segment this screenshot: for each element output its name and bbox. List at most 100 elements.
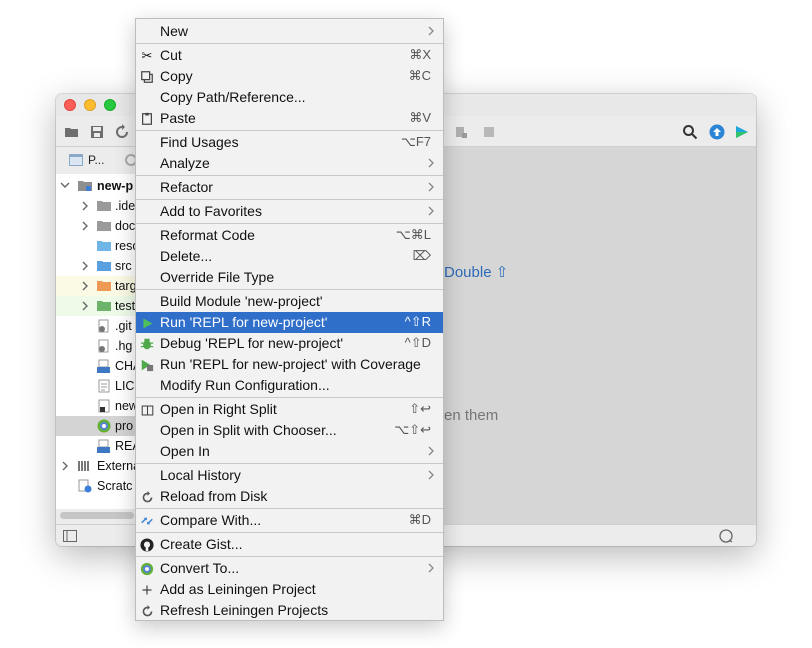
stop-icon[interactable] bbox=[481, 124, 497, 140]
chevron-right-icon[interactable] bbox=[80, 279, 90, 293]
tree-item[interactable]: Scratc bbox=[56, 476, 136, 496]
folder-icon bbox=[97, 199, 111, 213]
save-icon[interactable] bbox=[89, 124, 105, 140]
menu-separator bbox=[136, 463, 443, 464]
chevron-right-icon bbox=[427, 468, 435, 482]
toolbox-icon[interactable] bbox=[734, 124, 750, 140]
tree-item-root[interactable]: new-p bbox=[56, 176, 136, 196]
open-folder-icon[interactable] bbox=[64, 124, 80, 140]
scratches-icon bbox=[78, 479, 92, 493]
menu-item-cut[interactable]: ✂ Cut ⌘X bbox=[136, 45, 443, 66]
tree-item[interactable]: targ bbox=[56, 276, 136, 296]
menu-item-debug-repl[interactable]: Debug 'REPL for new-project' ^⇧D bbox=[136, 333, 443, 354]
project-tree: new-p .ide doc reso src targ bbox=[56, 174, 136, 509]
tree-item[interactable]: doc bbox=[56, 216, 136, 236]
menu-item-reload-from-disk[interactable]: Reload from Disk bbox=[136, 486, 443, 507]
test-folder-icon bbox=[97, 299, 111, 313]
tree-item[interactable]: CHA bbox=[56, 356, 136, 376]
reload-icon bbox=[139, 489, 155, 505]
tree-item[interactable]: REA bbox=[56, 436, 136, 456]
tree-item[interactable]: new bbox=[56, 396, 136, 416]
attach-debugger-icon[interactable] bbox=[453, 124, 469, 140]
tool-window-toggle-icon[interactable] bbox=[62, 528, 78, 544]
project-folder-icon bbox=[78, 179, 92, 193]
menu-item-modify-run-configuration[interactable]: Modify Run Configuration... bbox=[136, 375, 443, 396]
menu-item-run-repl[interactable]: Run 'REPL for new-project' ^⇧R bbox=[136, 312, 443, 333]
horizontal-scrollbar[interactable] bbox=[60, 512, 134, 519]
resources-folder-icon bbox=[97, 239, 111, 253]
chevron-right-icon[interactable] bbox=[80, 259, 90, 273]
menu-item-add-leiningen-project[interactable]: Add as Leiningen Project bbox=[136, 579, 443, 600]
menu-separator bbox=[136, 289, 443, 290]
compare-icon bbox=[139, 513, 155, 529]
menu-item-run-with-coverage[interactable]: Run 'REPL for new-project' with Coverage bbox=[136, 354, 443, 375]
tree-item[interactable]: .ide bbox=[56, 196, 136, 216]
excluded-folder-icon bbox=[97, 279, 111, 293]
search-icon[interactable] bbox=[682, 124, 698, 140]
menu-item-open-right-split[interactable]: Open in Right Split ⇧↩ bbox=[136, 399, 443, 420]
menu-item-analyze[interactable]: Analyze bbox=[136, 153, 443, 174]
menu-item-create-gist[interactable]: Create Gist... bbox=[136, 534, 443, 555]
refresh-icon bbox=[139, 603, 155, 619]
context-menu: New ✂ Cut ⌘X Copy ⌘C Copy Path/Reference… bbox=[135, 18, 444, 621]
menu-item-refactor[interactable]: Refactor bbox=[136, 177, 443, 198]
chevron-right-icon[interactable] bbox=[80, 199, 90, 213]
zoom-window-button[interactable] bbox=[104, 99, 116, 111]
editor-hint-double-shift[interactable]: Double ⇧ bbox=[444, 263, 508, 281]
project-view-selector[interactable]: P... bbox=[88, 153, 104, 167]
tree-item[interactable]: LIC bbox=[56, 376, 136, 396]
menu-separator bbox=[136, 130, 443, 131]
update-icon[interactable] bbox=[709, 124, 725, 140]
chevron-right-icon bbox=[427, 24, 435, 38]
menu-item-add-to-favorites[interactable]: Add to Favorites bbox=[136, 201, 443, 222]
menu-item-compare-with[interactable]: Compare With... ⌘D bbox=[136, 510, 443, 531]
debug-bug-icon bbox=[139, 336, 155, 352]
tree-item-selected[interactable]: pro bbox=[56, 416, 136, 436]
menu-item-find-usages[interactable]: Find Usages ⌥F7 bbox=[136, 132, 443, 153]
chevron-right-icon[interactable] bbox=[60, 459, 70, 473]
menu-item-build-module[interactable]: Build Module 'new-project' bbox=[136, 291, 443, 312]
menu-separator bbox=[136, 43, 443, 44]
tree-item[interactable]: src bbox=[56, 256, 136, 276]
project-view-icon[interactable] bbox=[68, 152, 84, 168]
event-log-icon[interactable] bbox=[718, 528, 734, 544]
chevron-right-icon[interactable] bbox=[80, 299, 90, 313]
tree-item[interactable]: test bbox=[56, 296, 136, 316]
tree-item[interactable]: .git bbox=[56, 316, 136, 336]
menu-item-local-history[interactable]: Local History bbox=[136, 465, 443, 486]
menu-separator bbox=[136, 199, 443, 200]
tree-item[interactable]: reso bbox=[56, 236, 136, 256]
clipboard-icon bbox=[139, 111, 155, 127]
source-folder-icon bbox=[97, 259, 111, 273]
chevron-down-icon[interactable] bbox=[60, 179, 70, 193]
chevron-right-icon bbox=[427, 180, 435, 194]
close-window-button[interactable] bbox=[64, 99, 76, 111]
minimize-window-button[interactable] bbox=[84, 99, 96, 111]
menu-item-reformat-code[interactable]: Reformat Code ⌥⌘L bbox=[136, 225, 443, 246]
markdown-file-icon bbox=[97, 359, 111, 373]
menu-item-paste[interactable]: Paste ⌘V bbox=[136, 108, 443, 129]
menu-item-delete[interactable]: Delete... ⌦ bbox=[136, 246, 443, 267]
run-icon bbox=[139, 315, 155, 331]
chevron-right-icon bbox=[427, 156, 435, 170]
menu-item-copy-path[interactable]: Copy Path/Reference... bbox=[136, 87, 443, 108]
tree-item[interactable]: .hg bbox=[56, 336, 136, 356]
tree-item[interactable]: Externa bbox=[56, 456, 136, 476]
chevron-right-icon bbox=[427, 204, 435, 218]
menu-item-copy[interactable]: Copy ⌘C bbox=[136, 66, 443, 87]
chevron-right-icon bbox=[427, 444, 435, 458]
project-panel-header: P... bbox=[56, 147, 137, 173]
chevron-right-icon[interactable] bbox=[80, 219, 90, 233]
folder-icon bbox=[97, 219, 111, 233]
menu-item-convert-to[interactable]: Convert To... bbox=[136, 558, 443, 579]
menu-item-open-split-chooser[interactable]: Open in Split with Chooser... ⌥⇧↩ bbox=[136, 420, 443, 441]
menu-item-refresh-leiningen-projects[interactable]: Refresh Leiningen Projects bbox=[136, 600, 443, 621]
file-icon bbox=[97, 399, 111, 413]
menu-item-new[interactable]: New bbox=[136, 21, 443, 42]
menu-item-open-in[interactable]: Open In bbox=[136, 441, 443, 462]
ignore-file-icon bbox=[97, 319, 111, 333]
menu-separator bbox=[136, 508, 443, 509]
sync-icon[interactable] bbox=[114, 124, 130, 140]
menu-item-override-file-type[interactable]: Override File Type bbox=[136, 267, 443, 288]
menu-separator bbox=[136, 175, 443, 176]
